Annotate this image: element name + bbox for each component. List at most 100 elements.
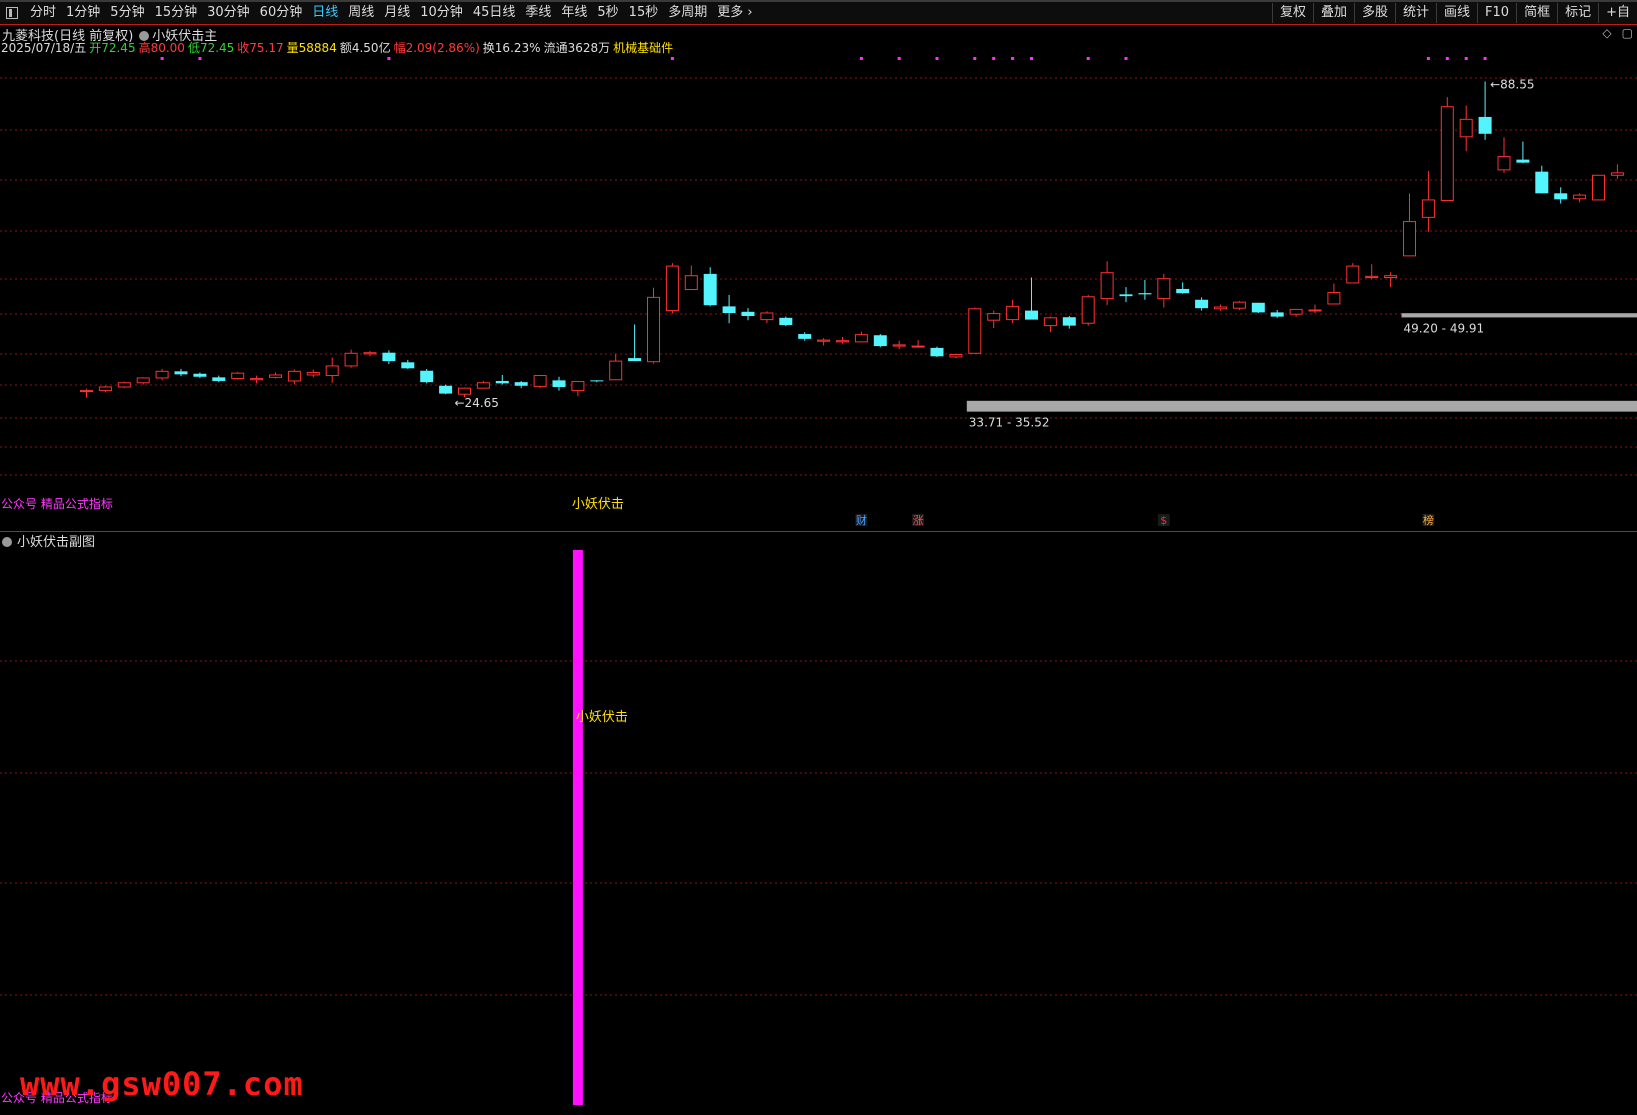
candle-body-down (1270, 312, 1284, 317)
candle-body-up (1100, 272, 1114, 300)
candle-body-up (250, 378, 264, 381)
candle-body-down (1138, 293, 1152, 295)
period-tab-15[interactable]: 多周期 (664, 3, 713, 23)
candle-body-up (571, 381, 585, 392)
period-tab-14[interactable]: 15秒 (625, 3, 665, 23)
marker-dot (859, 57, 863, 60)
corner-icons: ◇ ▢ (1592, 26, 1633, 40)
candle-body-up (684, 275, 698, 291)
period-tab-1[interactable]: 1分钟 (62, 3, 106, 23)
candle-body-up (1610, 172, 1624, 176)
candle-body-down (193, 373, 207, 377)
candle-body-up (1459, 118, 1473, 138)
layout-toggle-icon[interactable] (6, 7, 18, 19)
candle-body-up (1497, 156, 1511, 171)
high-price-label: ←88.55 (1490, 77, 1534, 91)
candle-body-up (1384, 275, 1398, 279)
candle-body-down (779, 317, 793, 326)
candle-body-down (420, 370, 434, 383)
toolbar-button-8[interactable]: +自 (1598, 3, 1637, 23)
candle-body-down (401, 362, 415, 369)
candle-body-down (873, 335, 887, 347)
toolbar-button-5[interactable]: F10 (1477, 3, 1516, 23)
period-tab-4[interactable]: 30分钟 (203, 3, 256, 23)
period-tab-12[interactable]: 年线 (557, 3, 593, 23)
marker-dot (1124, 57, 1128, 60)
candle-body-down (439, 385, 453, 394)
candle-body-up (854, 334, 868, 343)
candle-body-up (968, 308, 982, 354)
marker-dot (1030, 57, 1033, 60)
candle-body-down (495, 380, 509, 384)
marker-dot (1011, 57, 1015, 60)
period-tab-13[interactable]: 5秒 (593, 3, 624, 23)
marker-dot (1464, 57, 1468, 60)
candle-body-up (647, 296, 660, 363)
period-tab-7[interactable]: 周线 (344, 3, 380, 23)
candle-body-down (722, 306, 736, 313)
event-icon: 涨 (913, 514, 924, 527)
candle-body-up (325, 365, 339, 377)
period-tab-3[interactable]: 15分钟 (151, 3, 204, 23)
candle-body-up (136, 377, 150, 384)
candle-body-up (892, 344, 906, 347)
signal-label-sub: 小妖伏击 (576, 710, 628, 725)
toolbar-button-6[interactable]: 简框 (1516, 3, 1557, 23)
square-icon[interactable]: ▢ (1622, 26, 1633, 40)
toolbar-button-1[interactable]: 叠加 (1312, 3, 1354, 23)
period-tab-6[interactable]: 日线 (308, 3, 344, 23)
marker-dot (1086, 57, 1090, 60)
event-icon: 财 (856, 513, 867, 527)
marker-dot (1483, 57, 1487, 60)
candle-body-up (1592, 174, 1605, 201)
candle-body-up (306, 372, 320, 376)
candle-body-down (174, 371, 188, 375)
event-icon: $ (1160, 514, 1167, 527)
marker-dot (387, 57, 391, 60)
panel-divider[interactable] (0, 531, 1637, 532)
candle-body-up (1157, 278, 1171, 300)
period-tab-10[interactable]: 45日线 (469, 3, 522, 23)
toolbar-button-2[interactable]: 多股 (1353, 3, 1395, 23)
candle-body-up (155, 370, 169, 379)
event-icon: 榜 (1423, 513, 1434, 527)
candle-body-up (1232, 301, 1246, 309)
candle-body-down (382, 352, 396, 362)
marker-dot (160, 57, 164, 60)
diamond-icon[interactable]: ◇ (1602, 26, 1611, 40)
candle-body-up (80, 390, 93, 393)
period-tab-11[interactable]: 季线 (521, 3, 557, 23)
candle-body-up (665, 265, 679, 312)
candle-body-up (98, 386, 112, 392)
toolbar-button-0[interactable]: 复权 (1271, 3, 1313, 23)
candle-body-up (458, 387, 471, 395)
candle-body-up (1365, 275, 1379, 279)
marker-dot (897, 57, 901, 60)
candle-body-up (949, 353, 963, 358)
period-tab-9[interactable]: 10分钟 (416, 3, 469, 23)
toolbar-button-3[interactable]: 统计 (1395, 3, 1436, 23)
period-tab-2[interactable]: 5分钟 (106, 3, 150, 23)
marker-dot (670, 57, 674, 60)
period-tab-16[interactable]: 更多 (713, 3, 758, 23)
candle-body-down (552, 380, 566, 387)
period-tab-5[interactable]: 60分钟 (256, 3, 309, 23)
candle-body-up (911, 345, 925, 348)
sub-indicator-chart[interactable]: 小妖伏击 (0, 533, 1637, 1115)
candle-body-up (1081, 296, 1095, 324)
main-candlestick-chart[interactable]: ←88.55 ←24.65 33.71 - 35.52 49.20 - 49.91 小妖… (0, 50, 1637, 532)
candle-body-down (798, 334, 812, 339)
stock-chart-app: 分时 1分钟 5分钟 15分钟 30分钟 60分钟 日线 周线 月线 10分钟 45日线 季线 年线 5秒… (0, 0, 1637, 1115)
candle-body-down (741, 311, 755, 317)
period-tab-0[interactable]: 分时 (26, 3, 62, 23)
signal-bar (572, 550, 583, 1105)
toolbar-button-4[interactable]: 画线 (1436, 3, 1477, 23)
candle-body-up (533, 375, 547, 387)
marker-dot (992, 57, 996, 60)
candle-body-up (760, 312, 774, 321)
toolbar-button-7[interactable]: 标记 (1557, 3, 1598, 23)
marker-dot (1426, 57, 1430, 60)
period-tab-8[interactable]: 月线 (380, 3, 416, 23)
candle-body-down (1554, 193, 1568, 200)
signal-label-main: 小妖伏击 (572, 497, 624, 512)
